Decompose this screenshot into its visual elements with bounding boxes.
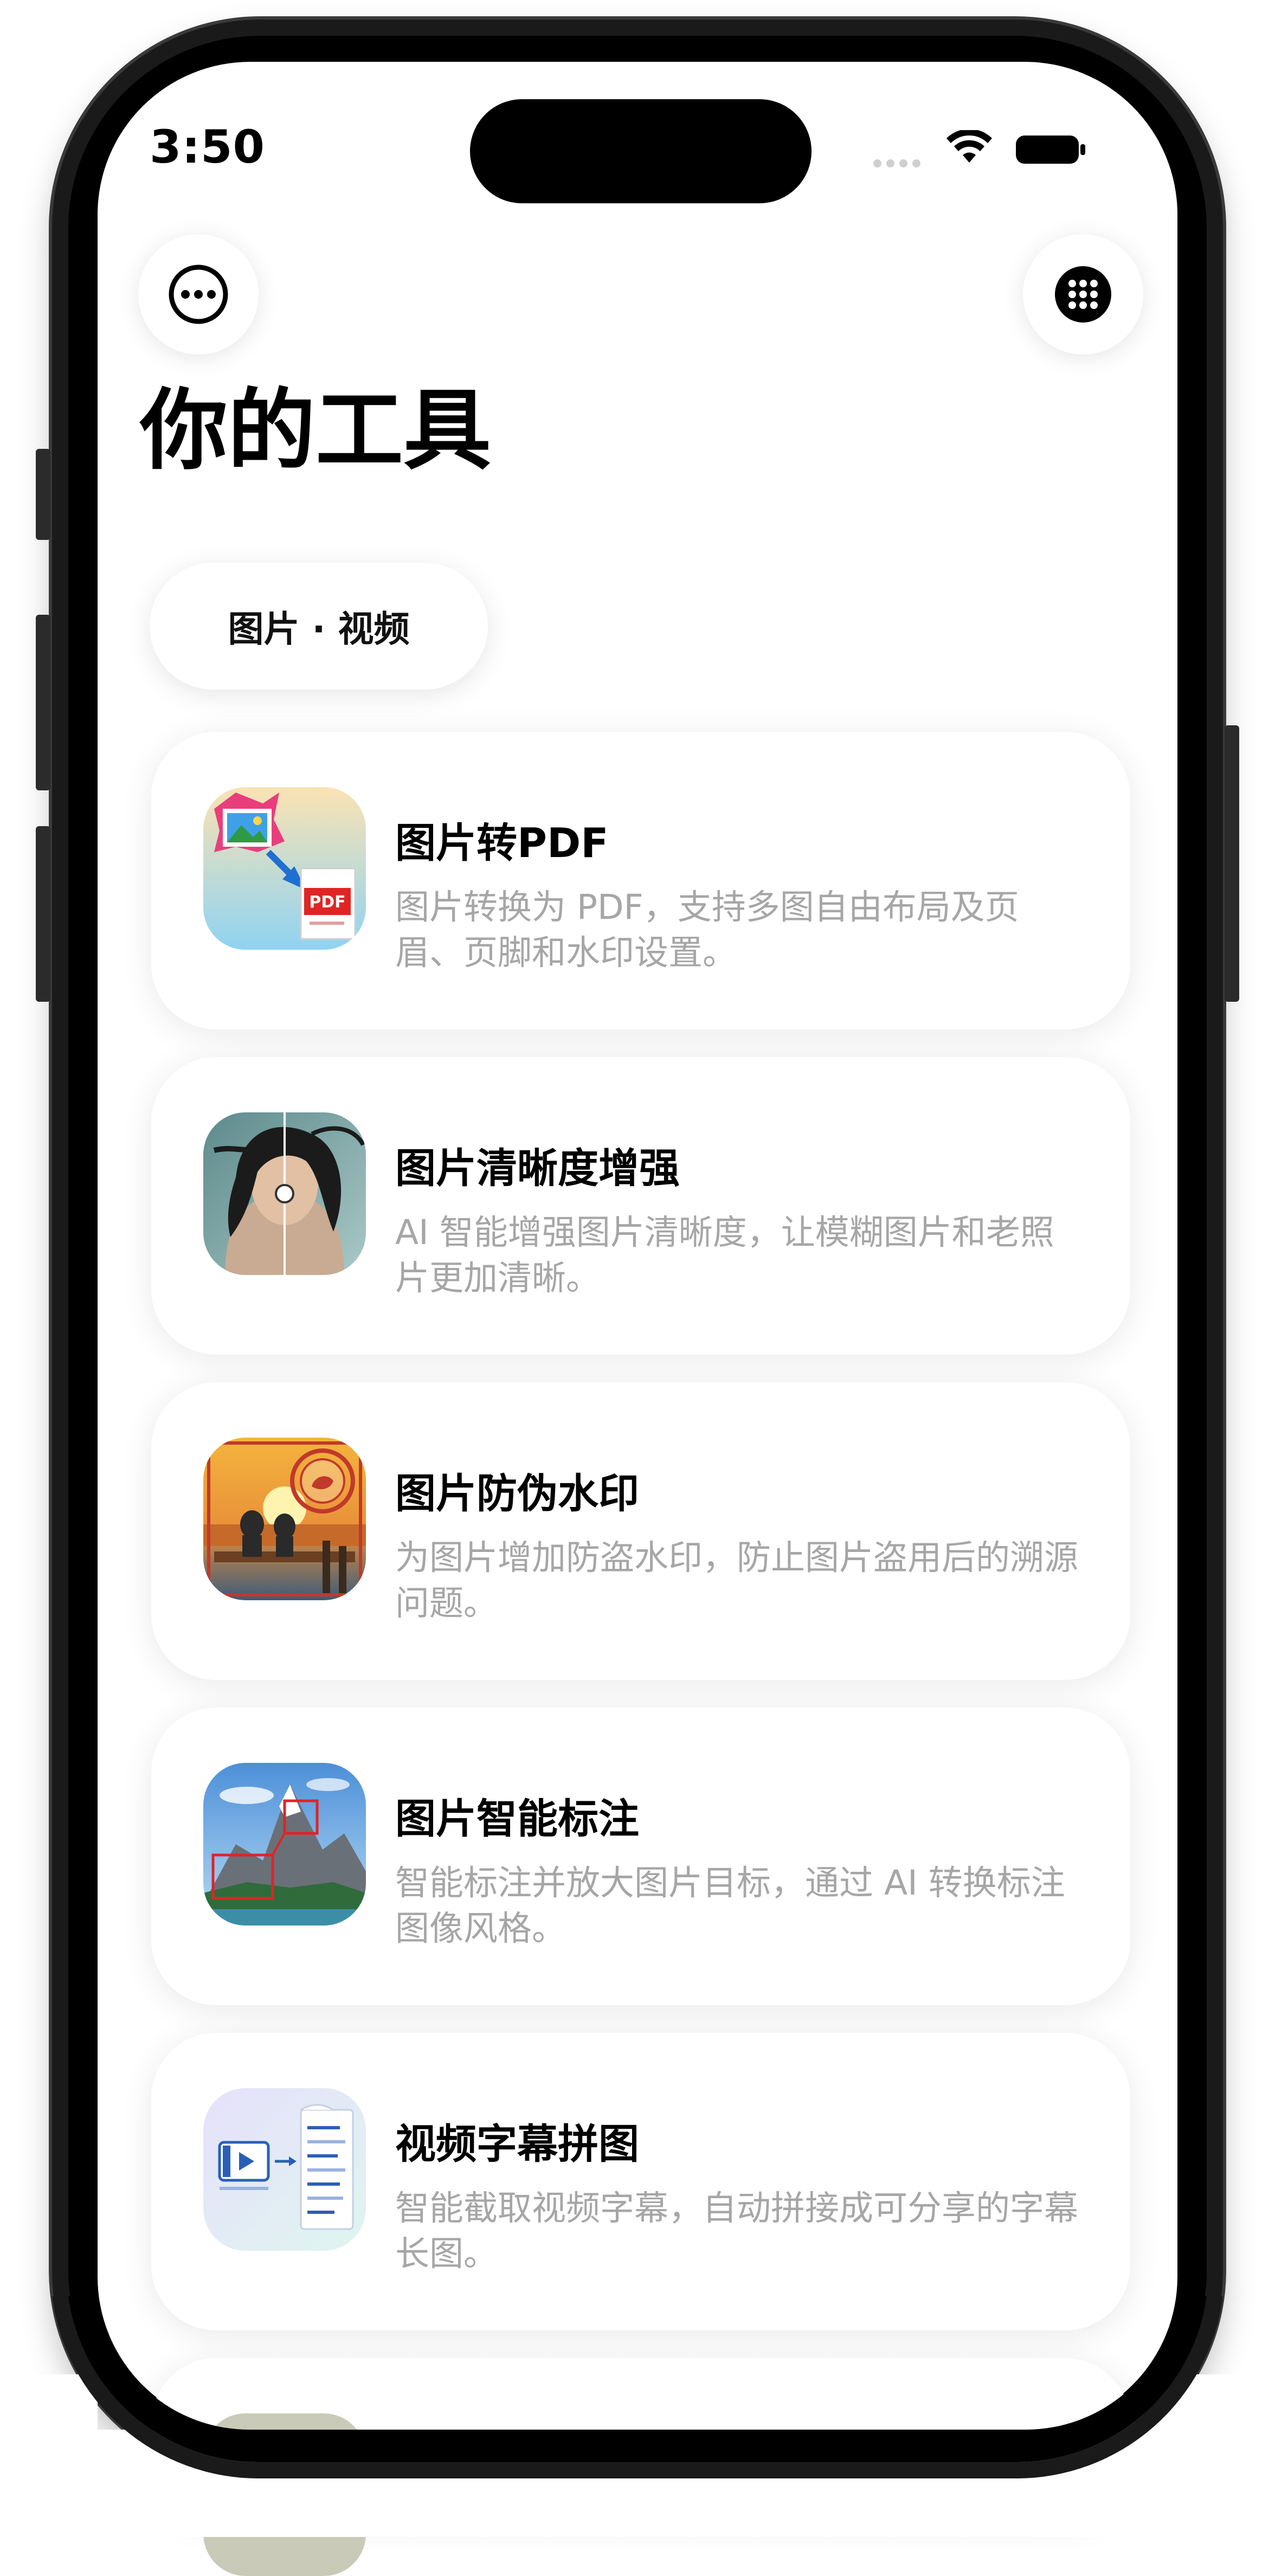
tool-card-image-annotate[interactable]: 图片智能标注 智能标注并放大图片目标，通过 AI 转换标注图像风格。 (151, 1708, 1130, 2005)
action-button (36, 449, 50, 540)
tool-card-image-to-pdf[interactable]: PDF 图片转PDF 图片转换为 PDF，支持多图自由布局及页眉、页脚和水印设置… (151, 732, 1130, 1029)
image-watermark-icon (203, 1438, 366, 1600)
tool-description: 为图片增加防盗水印，防止图片盗用后的溯源问题。 (395, 1538, 1078, 1623)
grid-dots-icon (1055, 266, 1111, 323)
tool-description: 图片转换为 PDF，支持多图自由布局及页眉、页脚和水印设置。 (395, 887, 1019, 973)
more-button[interactable] (138, 234, 259, 355)
image-annotate-icon (203, 1763, 366, 1925)
wifi-icon (946, 130, 992, 163)
tool-description: 智能截取视频字幕，自动拼接成可分享的字幕长图。 (395, 2188, 1078, 2274)
more-horizontal-icon (169, 265, 228, 324)
image-to-pdf-icon: PDF (203, 787, 366, 950)
dynamic-island (470, 99, 812, 203)
tool-card-video-subtitle-collage[interactable]: 视频字幕拼图 智能截取视频字幕，自动拼接成可分享的字幕长图。 (151, 2033, 1130, 2330)
cellular-signal-icon (873, 159, 920, 168)
screen-bottom-mask (0, 2374, 1275, 2537)
battery-icon (1016, 136, 1085, 164)
tool-title: 图片智能标注 (395, 1795, 640, 1843)
category-chip-image-video[interactable]: 图片 · 视频 (150, 563, 488, 690)
tool-description: AI 智能增强图片清晰度，让模糊图片和老照片更加清晰。 (395, 1213, 1054, 1298)
video-subtitle-collage-icon (203, 2088, 366, 2251)
tool-title: 图片清晰度增强 (395, 1144, 680, 1192)
image-enhance-icon (203, 1112, 366, 1275)
tool-title: 图片防伪水印 (395, 1470, 640, 1517)
tool-description: 智能标注并放大图片目标，通过 AI 转换标注图像风格。 (395, 1863, 1065, 1948)
apps-grid-button[interactable] (1023, 234, 1143, 355)
svg-text:PDF: PDF (309, 893, 345, 912)
page-title: 你的工具 (140, 380, 491, 482)
tool-card-image-watermark[interactable]: 图片防伪水印 为图片增加防盗水印，防止图片盗用后的溯源问题。 (151, 1382, 1130, 1680)
tool-title: 图片转PDF (395, 819, 609, 867)
tool-title: 视频字幕拼图 (395, 2120, 640, 2168)
status-time: 3:50 (150, 120, 265, 173)
tool-card-image-enhance[interactable]: 图片清晰度增强 AI 智能增强图片清晰度，让模糊图片和老照片更加清晰。 (151, 1057, 1130, 1355)
volume-down-button (36, 826, 50, 1002)
power-button (1225, 725, 1239, 1002)
volume-up-button (36, 615, 50, 790)
